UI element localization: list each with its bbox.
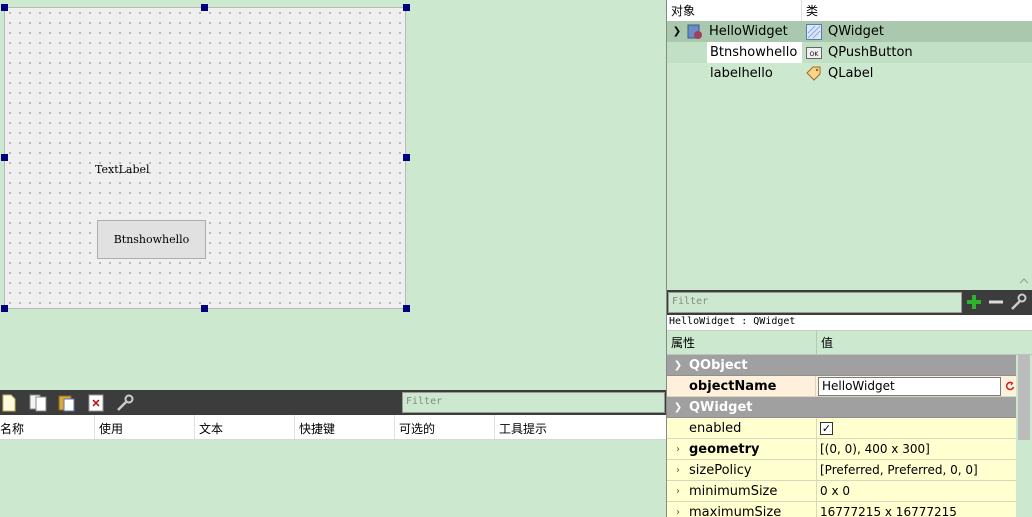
add-dynamic-property-icon[interactable]	[964, 292, 984, 312]
svg-text:OK: OK	[810, 51, 820, 58]
property-key: enabled	[689, 420, 742, 436]
header-property[interactable]: 属性	[667, 330, 817, 355]
object-inspector-scrollbar[interactable]	[1016, 0, 1032, 290]
property-key: maximumSize	[689, 504, 782, 517]
delete-action-icon[interactable]	[84, 392, 108, 414]
chevron-right-icon[interactable]: ›	[667, 507, 689, 517]
resize-handle-top-left[interactable]	[1, 4, 8, 11]
tree-item-class: QPushButton	[828, 45, 913, 60]
property-row-minimumsize[interactable]: › minimumSize 0 x 0	[667, 481, 1017, 502]
property-editor: Filter HelloWidget : QWidget 属性 值 ❯ QObj…	[666, 290, 1032, 517]
tree-item-name: labelhello	[710, 66, 773, 81]
property-row-enabled[interactable]: enabled ✓	[667, 418, 1017, 439]
property-key: sizePolicy	[689, 462, 752, 478]
property-value[interactable]: 0 x 0	[817, 481, 1017, 501]
form-push-button[interactable]: Btnshowhello	[97, 220, 206, 259]
header-value[interactable]: 值	[817, 334, 837, 351]
tree-item-class: QWidget	[828, 24, 885, 39]
form-text-label[interactable]: TextLabel	[95, 163, 150, 176]
resize-handle-bottom-left[interactable]	[1, 305, 8, 312]
property-table-header: 属性 值	[667, 330, 1032, 355]
property-key: minimumSize	[689, 483, 778, 499]
header-class[interactable]: 类	[802, 0, 822, 21]
property-editor-caption: HelloWidget : QWidget	[667, 315, 1032, 331]
header-object[interactable]: 对象	[667, 0, 802, 21]
new-action-icon[interactable]	[0, 392, 21, 414]
chevron-right-icon[interactable]: ›	[667, 486, 689, 497]
resize-handle-bottom-right[interactable]	[403, 305, 410, 312]
column-shortcut[interactable]: 快捷键	[295, 415, 395, 439]
reset-icon[interactable]	[1003, 377, 1017, 396]
group-label: QWidget	[689, 399, 753, 415]
group-label: QObject	[689, 357, 748, 373]
resize-handle-middle-left[interactable]	[1, 154, 8, 161]
enabled-checkbox[interactable]: ✓	[820, 421, 833, 435]
paste-action-icon[interactable]	[55, 392, 79, 414]
tree-row-labelhello[interactable]: labelhello QLabel	[667, 63, 1032, 84]
action-editor: Filter 名称 使用 文本 快捷键 可选的 工具提示	[0, 390, 667, 517]
chevron-right-icon[interactable]: ›	[667, 444, 689, 455]
property-editor-scrollbar[interactable]	[1016, 355, 1032, 517]
chevron-down-icon[interactable]: ❯	[667, 360, 689, 371]
scrollbar-thumb[interactable]	[1018, 355, 1030, 440]
column-tooltip[interactable]: 工具提示	[495, 415, 595, 439]
tree-item-name: HelloWidget	[709, 24, 788, 39]
label-icon	[806, 66, 822, 82]
group-qwidget[interactable]: ❯ QWidget	[667, 397, 1017, 418]
property-row-maximumsize[interactable]: › maximumSize 16777215 x 16777215	[667, 502, 1017, 517]
column-text[interactable]: 文本	[195, 415, 295, 439]
property-row-sizepolicy[interactable]: › sizePolicy [Preferred, Preferred, 0, 0]	[667, 460, 1017, 481]
column-name[interactable]: 名称	[0, 415, 95, 439]
object-inspector-header: 对象 类	[667, 0, 1032, 21]
chevron-down-icon[interactable]: ❯	[667, 26, 687, 37]
property-editor-toolbar: Filter	[667, 290, 1032, 315]
widget-icon	[806, 23, 822, 40]
resize-handle-top-right[interactable]	[403, 4, 410, 11]
object-inspector: 对象 类 ❯ HelloWidget QWidget Btnshowhello …	[666, 0, 1032, 290]
property-row-objectname[interactable]: objectName HelloWidget	[667, 376, 1017, 397]
property-value[interactable]: 16777215 x 16777215	[817, 502, 1017, 517]
tree-item-class: QLabel	[828, 66, 874, 81]
tree-row-hellowidget[interactable]: ❯ HelloWidget QWidget	[667, 21, 1032, 42]
tree-row-btnshowhello[interactable]: Btnshowhello OK QPushButton	[667, 42, 1032, 63]
property-row-geometry[interactable]: › geometry [(0, 0), 400 x 300]	[667, 439, 1017, 460]
column-used[interactable]: 使用	[95, 415, 195, 439]
action-table-header: 名称 使用 文本 快捷键 可选的 工具提示	[0, 415, 667, 440]
form-canvas-area: TextLabel Btnshowhello	[0, 0, 667, 390]
copy-action-icon[interactable]	[26, 392, 50, 414]
pushbutton-icon: OK	[806, 45, 822, 61]
form-widget[interactable]: TextLabel Btnshowhello	[4, 7, 406, 309]
column-checkable[interactable]: 可选的	[395, 415, 495, 439]
property-filter-input[interactable]: Filter	[668, 292, 962, 313]
remove-dynamic-property-icon[interactable]	[986, 292, 1006, 312]
resize-handle-top-middle[interactable]	[201, 4, 208, 11]
group-qobject[interactable]: ❯ QObject	[667, 355, 1017, 376]
configure-property-icon[interactable]	[1009, 292, 1029, 312]
property-table: ❯ QObject objectName HelloWidget ❯ QWidg…	[667, 355, 1017, 517]
action-editor-toolbar: Filter	[0, 390, 667, 415]
form-object-icon	[687, 24, 703, 40]
configure-action-icon[interactable]	[113, 392, 137, 414]
chevron-right-icon[interactable]: ›	[667, 465, 689, 476]
resize-handle-bottom-middle[interactable]	[201, 305, 208, 312]
resize-handle-middle-right[interactable]	[403, 154, 410, 161]
property-key: geometry	[689, 441, 760, 457]
object-name-input[interactable]: HelloWidget	[818, 376, 1001, 396]
chevron-down-icon[interactable]: ❯	[667, 402, 689, 413]
property-value[interactable]: [(0, 0), 400 x 300]	[817, 439, 1017, 459]
property-key: objectName	[689, 378, 777, 394]
tree-item-name-editor[interactable]: Btnshowhello	[707, 42, 802, 63]
property-value[interactable]: [Preferred, Preferred, 0, 0]	[817, 460, 1017, 480]
action-filter-input[interactable]: Filter	[402, 392, 665, 413]
